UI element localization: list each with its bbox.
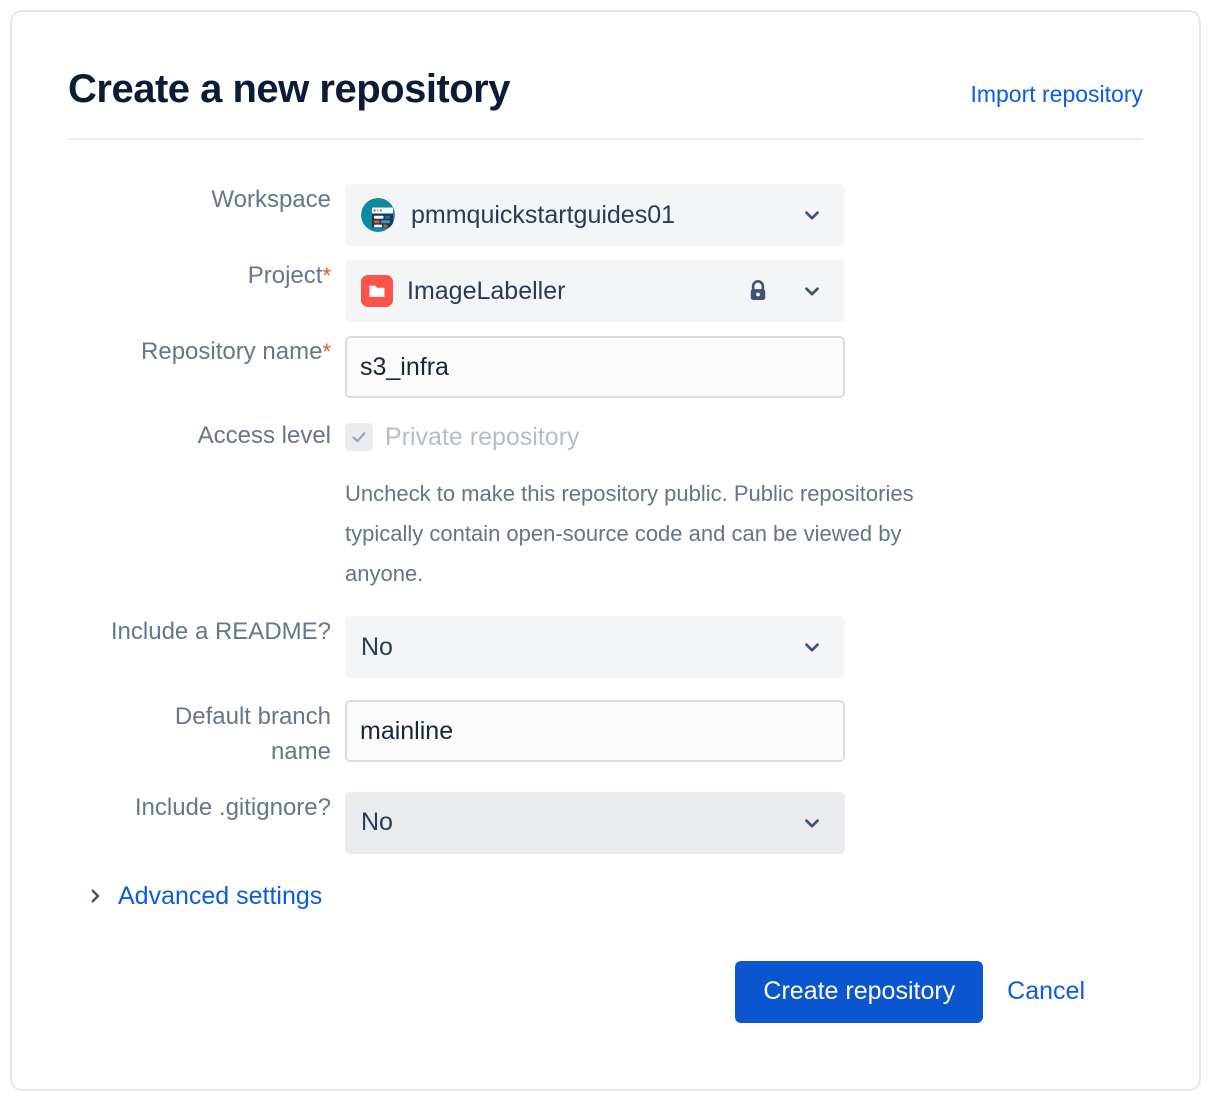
private-repository-label: Private repository [385, 422, 580, 451]
chevron-down-icon [801, 812, 823, 834]
lock-icon [745, 278, 771, 304]
chevron-down-icon [801, 636, 823, 658]
repository-name-input[interactable]: s3_infra [345, 336, 845, 398]
default-branch-name-label: Default branch name [68, 700, 345, 770]
project-label-text: Project [247, 262, 323, 289]
include-gitignore-value: No [361, 808, 393, 837]
checkmark-icon [352, 432, 366, 443]
access-level-row: Access level Private repository [68, 420, 1143, 454]
access-level-helper-text: Uncheck to make this repository public. … [345, 474, 1017, 594]
chevron-down-icon [801, 204, 823, 226]
cancel-button[interactable]: Cancel [1001, 977, 1091, 1006]
repository-name-label: Repository name* [68, 336, 345, 367]
project-value: ImageLabeller [407, 276, 566, 305]
workspace-value: pmmquickstartguides01 [411, 200, 676, 229]
include-readme-select[interactable]: No [345, 616, 845, 679]
helper-line-2: typically contain open-source code and c… [345, 521, 902, 547]
page-title: Create a new repository [68, 67, 511, 111]
card-header: Create a new repository Import repositor… [68, 66, 1143, 112]
import-repository-link[interactable]: Import repository [970, 81, 1143, 108]
project-select[interactable]: ImageLabeller [345, 260, 845, 322]
include-gitignore-select[interactable]: No [345, 791, 845, 854]
advanced-settings-row[interactable]: Advanced settings [86, 882, 1143, 911]
access-level-label: Access level [197, 422, 331, 449]
create-repository-button[interactable]: Create repository [735, 960, 984, 1023]
default-branch-name-label-line-2: name [270, 737, 331, 765]
advanced-settings-link[interactable]: Advanced settings [118, 882, 322, 911]
repository-name-row: Repository name* s3_infra [68, 336, 1143, 398]
default-branch-name-label-line-1: Default branch [174, 703, 331, 731]
create-repository-form: Workspace pmmquickstartguides01 Project*… [68, 184, 1143, 1023]
workspace-avatar-icon [361, 198, 395, 232]
default-branch-name-input[interactable]: mainline [345, 700, 845, 763]
form-footer: Create repository Cancel [68, 960, 1143, 1023]
workspace-row: Workspace pmmquickstartguides01 [68, 184, 1143, 246]
include-readme-label: Include a README? [110, 618, 331, 646]
project-required-marker: * [322, 263, 331, 288]
project-row: Project* ImageLabeller [68, 260, 1143, 322]
include-gitignore-row: Include .gitignore? No [68, 791, 1143, 854]
default-branch-name-value: mainline [360, 716, 454, 745]
private-repository-checkbox[interactable] [345, 423, 373, 451]
helper-line-1: Uncheck to make this repository public. … [345, 481, 914, 506]
header-divider [68, 138, 1143, 140]
repository-name-value: s3_infra [360, 352, 449, 381]
include-gitignore-label: Include .gitignore? [134, 793, 331, 821]
repository-name-required-marker: * [322, 339, 331, 364]
workspace-select[interactable]: pmmquickstartguides01 [345, 184, 845, 246]
helper-line-3: anyone. [345, 561, 424, 587]
default-branch-name-row: Default branch name mainline [68, 700, 1143, 770]
workspace-label: Workspace [211, 186, 331, 213]
include-readme-row: Include a README? No [68, 616, 1143, 679]
chevron-down-icon [801, 280, 823, 302]
helper-spacer [68, 460, 345, 594]
folder-icon [361, 275, 393, 307]
chevron-right-icon [86, 887, 104, 905]
create-repository-card: Create a new repository Import repositor… [10, 10, 1201, 1091]
private-repository-checkbox-row[interactable]: Private repository [345, 420, 845, 454]
access-level-helper-row: Uncheck to make this repository public. … [68, 460, 1143, 594]
include-readme-value: No [361, 632, 393, 661]
repository-name-label-text: Repository name [141, 338, 323, 365]
project-label: Project* [68, 260, 345, 291]
